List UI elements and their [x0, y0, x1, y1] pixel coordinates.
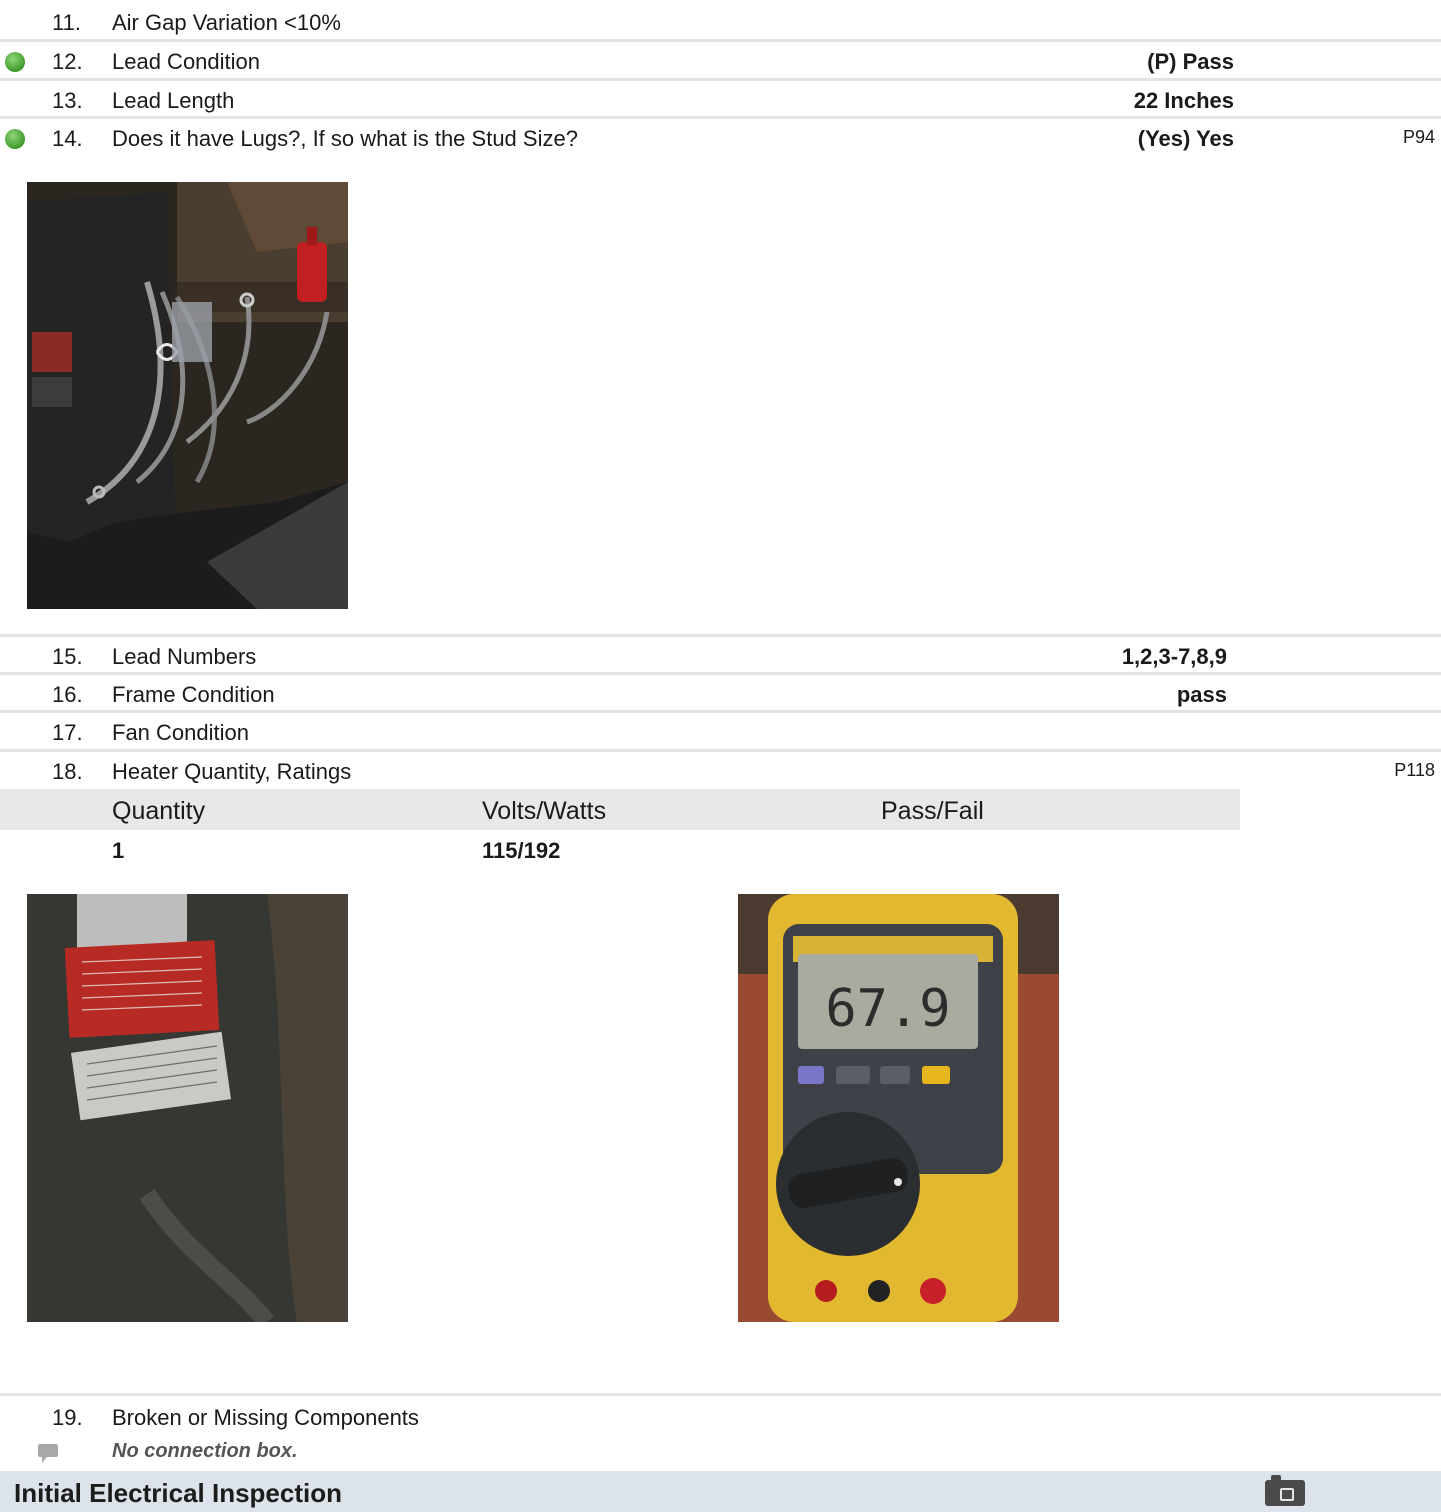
item-row-19: 19. Broken or Missing Components — [0, 1393, 1441, 1436]
item-row-15: 15. Lead Numbers 1,2,3-7,8,9 — [0, 634, 1441, 675]
section-title: Initial Electrical Inspection — [14, 1478, 342, 1508]
item-value: pass — [1176, 682, 1227, 707]
item-value: 1,2,3-7,8,9 — [1121, 644, 1227, 669]
heater-nameplate-photo[interactable] — [27, 894, 348, 1322]
item-value: 22 Inches — [1133, 88, 1234, 113]
heater-quantity-value: 1 — [112, 838, 125, 863]
item-number: 17. — [52, 720, 83, 745]
item-row-11: 11. Air Gap Variation <10% — [0, 0, 1441, 40]
item-row-12: 12. Lead Condition (P) Pass — [0, 39, 1441, 80]
item-comment: No connection box. — [112, 1440, 298, 1462]
item-row-17: 17. Fan Condition — [0, 710, 1441, 751]
item-label: Lead Numbers — [112, 644, 257, 669]
item-row-16: 16. Frame Condition pass — [0, 672, 1441, 713]
status-pass-icon — [5, 129, 25, 149]
item-number: 14. — [52, 126, 83, 151]
item-number: 13. — [52, 88, 83, 113]
item-row-13: 13. Lead Length 22 Inches — [0, 78, 1441, 119]
item-number: 19. — [52, 1405, 83, 1430]
item-row-18: 18. Heater Quantity, Ratings P118 — [0, 749, 1441, 792]
item-number: 11. — [52, 10, 81, 35]
item-label: Frame Condition — [112, 682, 275, 707]
comment-icon — [38, 1444, 58, 1463]
heater-volts-watts-value: 115/192 — [482, 838, 561, 863]
item-value: (P) Pass — [1147, 49, 1234, 74]
item-label: Air Gap Variation <10% — [112, 10, 341, 35]
item-number: 12. — [52, 49, 83, 74]
item-row-14: 14. Does it have Lugs?, If so what is th… — [0, 116, 1441, 635]
item-label: Lead Condition — [112, 49, 261, 74]
section-header: Initial Electrical Inspection — [0, 1471, 1441, 1512]
column-header-volts-watts: Volts/Watts — [482, 797, 607, 825]
multimeter-photo[interactable]: 67.9 — [738, 894, 1059, 1322]
camera-icon[interactable] — [1265, 1475, 1305, 1506]
status-pass-icon — [5, 52, 25, 72]
item-label: Does it have Lugs?, If so what is the St… — [112, 126, 578, 151]
item-label: Heater Quantity, Ratings — [112, 759, 352, 784]
svg-text:67.9: 67.9 — [825, 979, 950, 1039]
item-number: 18. — [52, 759, 83, 784]
item-value: (Yes) Yes — [1137, 126, 1234, 151]
item-label: Fan Condition — [112, 720, 249, 745]
item-label: Broken or Missing Components — [112, 1405, 419, 1430]
item-label: Lead Length — [112, 88, 235, 113]
item-number: 15. — [52, 644, 83, 669]
column-header-quantity: Quantity — [112, 797, 206, 825]
item-number: 16. — [52, 682, 83, 707]
lugs-photo[interactable] — [27, 182, 348, 609]
photo-reference: P118 — [1394, 760, 1435, 780]
heater-table-header: Quantity Volts/Watts Pass/Fail — [0, 789, 1240, 830]
column-header-pass-fail: Pass/Fail — [881, 797, 984, 825]
photo-reference: P94 — [1402, 127, 1435, 147]
